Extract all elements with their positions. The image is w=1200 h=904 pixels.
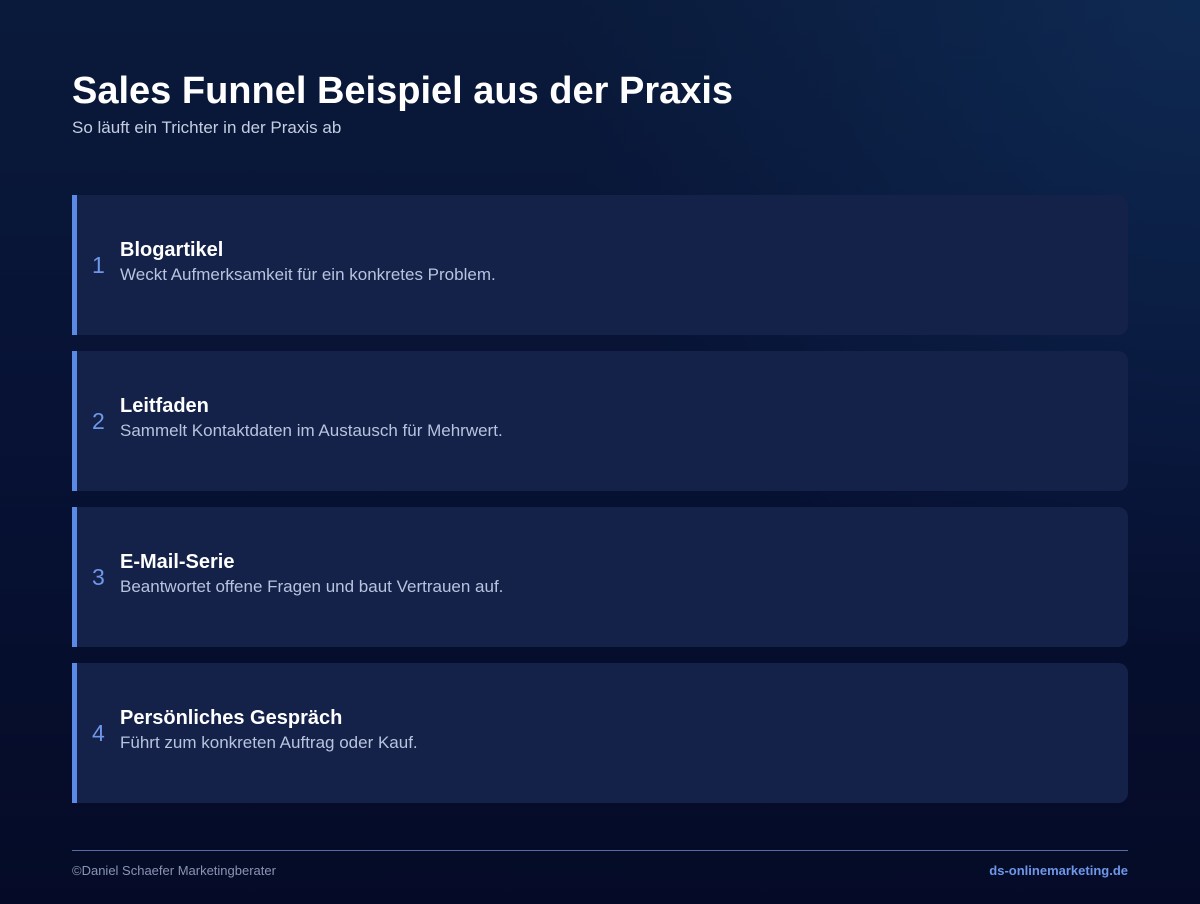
- funnel-step-1: 1 Blogartikel Weckt Aufmerksamkeit für e…: [72, 195, 1128, 335]
- step-title: Persönliches Gespräch: [120, 707, 343, 729]
- step-body: Persönliches Gespräch Führt zum konkrete…: [120, 706, 418, 754]
- funnel-step-3: 3 E-Mail-Serie Beantwortet offene Fragen…: [72, 507, 1128, 647]
- page: Sales Funnel Beispiel aus der Praxis So …: [0, 0, 1200, 904]
- step-title: Blogartikel: [120, 239, 224, 261]
- step-number: 3: [92, 563, 105, 590]
- step-title: Leitfaden: [120, 395, 209, 417]
- step-description: Weckt Aufmerksamkeit für ein konkretes P…: [120, 265, 496, 284]
- footer-website-link[interactable]: ds-onlinemarketing.de: [989, 863, 1128, 878]
- step-description: Führt zum konkreten Auftrag oder Kauf.: [120, 733, 418, 752]
- funnel-step-2: 2 Leitfaden Sammelt Kontaktdaten im Aust…: [72, 351, 1128, 491]
- funnel-steps: 1 Blogartikel Weckt Aufmerksamkeit für e…: [72, 195, 1128, 803]
- footer-copyright: ©Daniel Schaefer Marketingberater: [72, 863, 276, 878]
- step-body: Leitfaden Sammelt Kontaktdaten im Austau…: [120, 394, 503, 442]
- step-body: Blogartikel Weckt Aufmerksamkeit für ein…: [120, 238, 496, 286]
- step-description: Sammelt Kontaktdaten im Austausch für Me…: [120, 421, 503, 440]
- step-body: E-Mail-Serie Beantwortet offene Fragen u…: [120, 550, 503, 598]
- step-title: E-Mail-Serie: [120, 551, 235, 573]
- header: Sales Funnel Beispiel aus der Praxis So …: [72, 0, 1128, 139]
- step-number: 4: [92, 719, 105, 746]
- page-title: Sales Funnel Beispiel aus der Praxis: [72, 70, 734, 112]
- step-number: 2: [92, 407, 105, 434]
- step-number: 1: [92, 251, 105, 278]
- page-subtitle: So läuft ein Trichter in der Praxis ab: [72, 118, 342, 137]
- step-description: Beantwortet offene Fragen und baut Vertr…: [120, 577, 504, 596]
- footer: ©Daniel Schaefer Marketingberater ds-onl…: [72, 850, 1128, 878]
- funnel-step-4: 4 Persönliches Gespräch Führt zum konkre…: [72, 663, 1128, 803]
